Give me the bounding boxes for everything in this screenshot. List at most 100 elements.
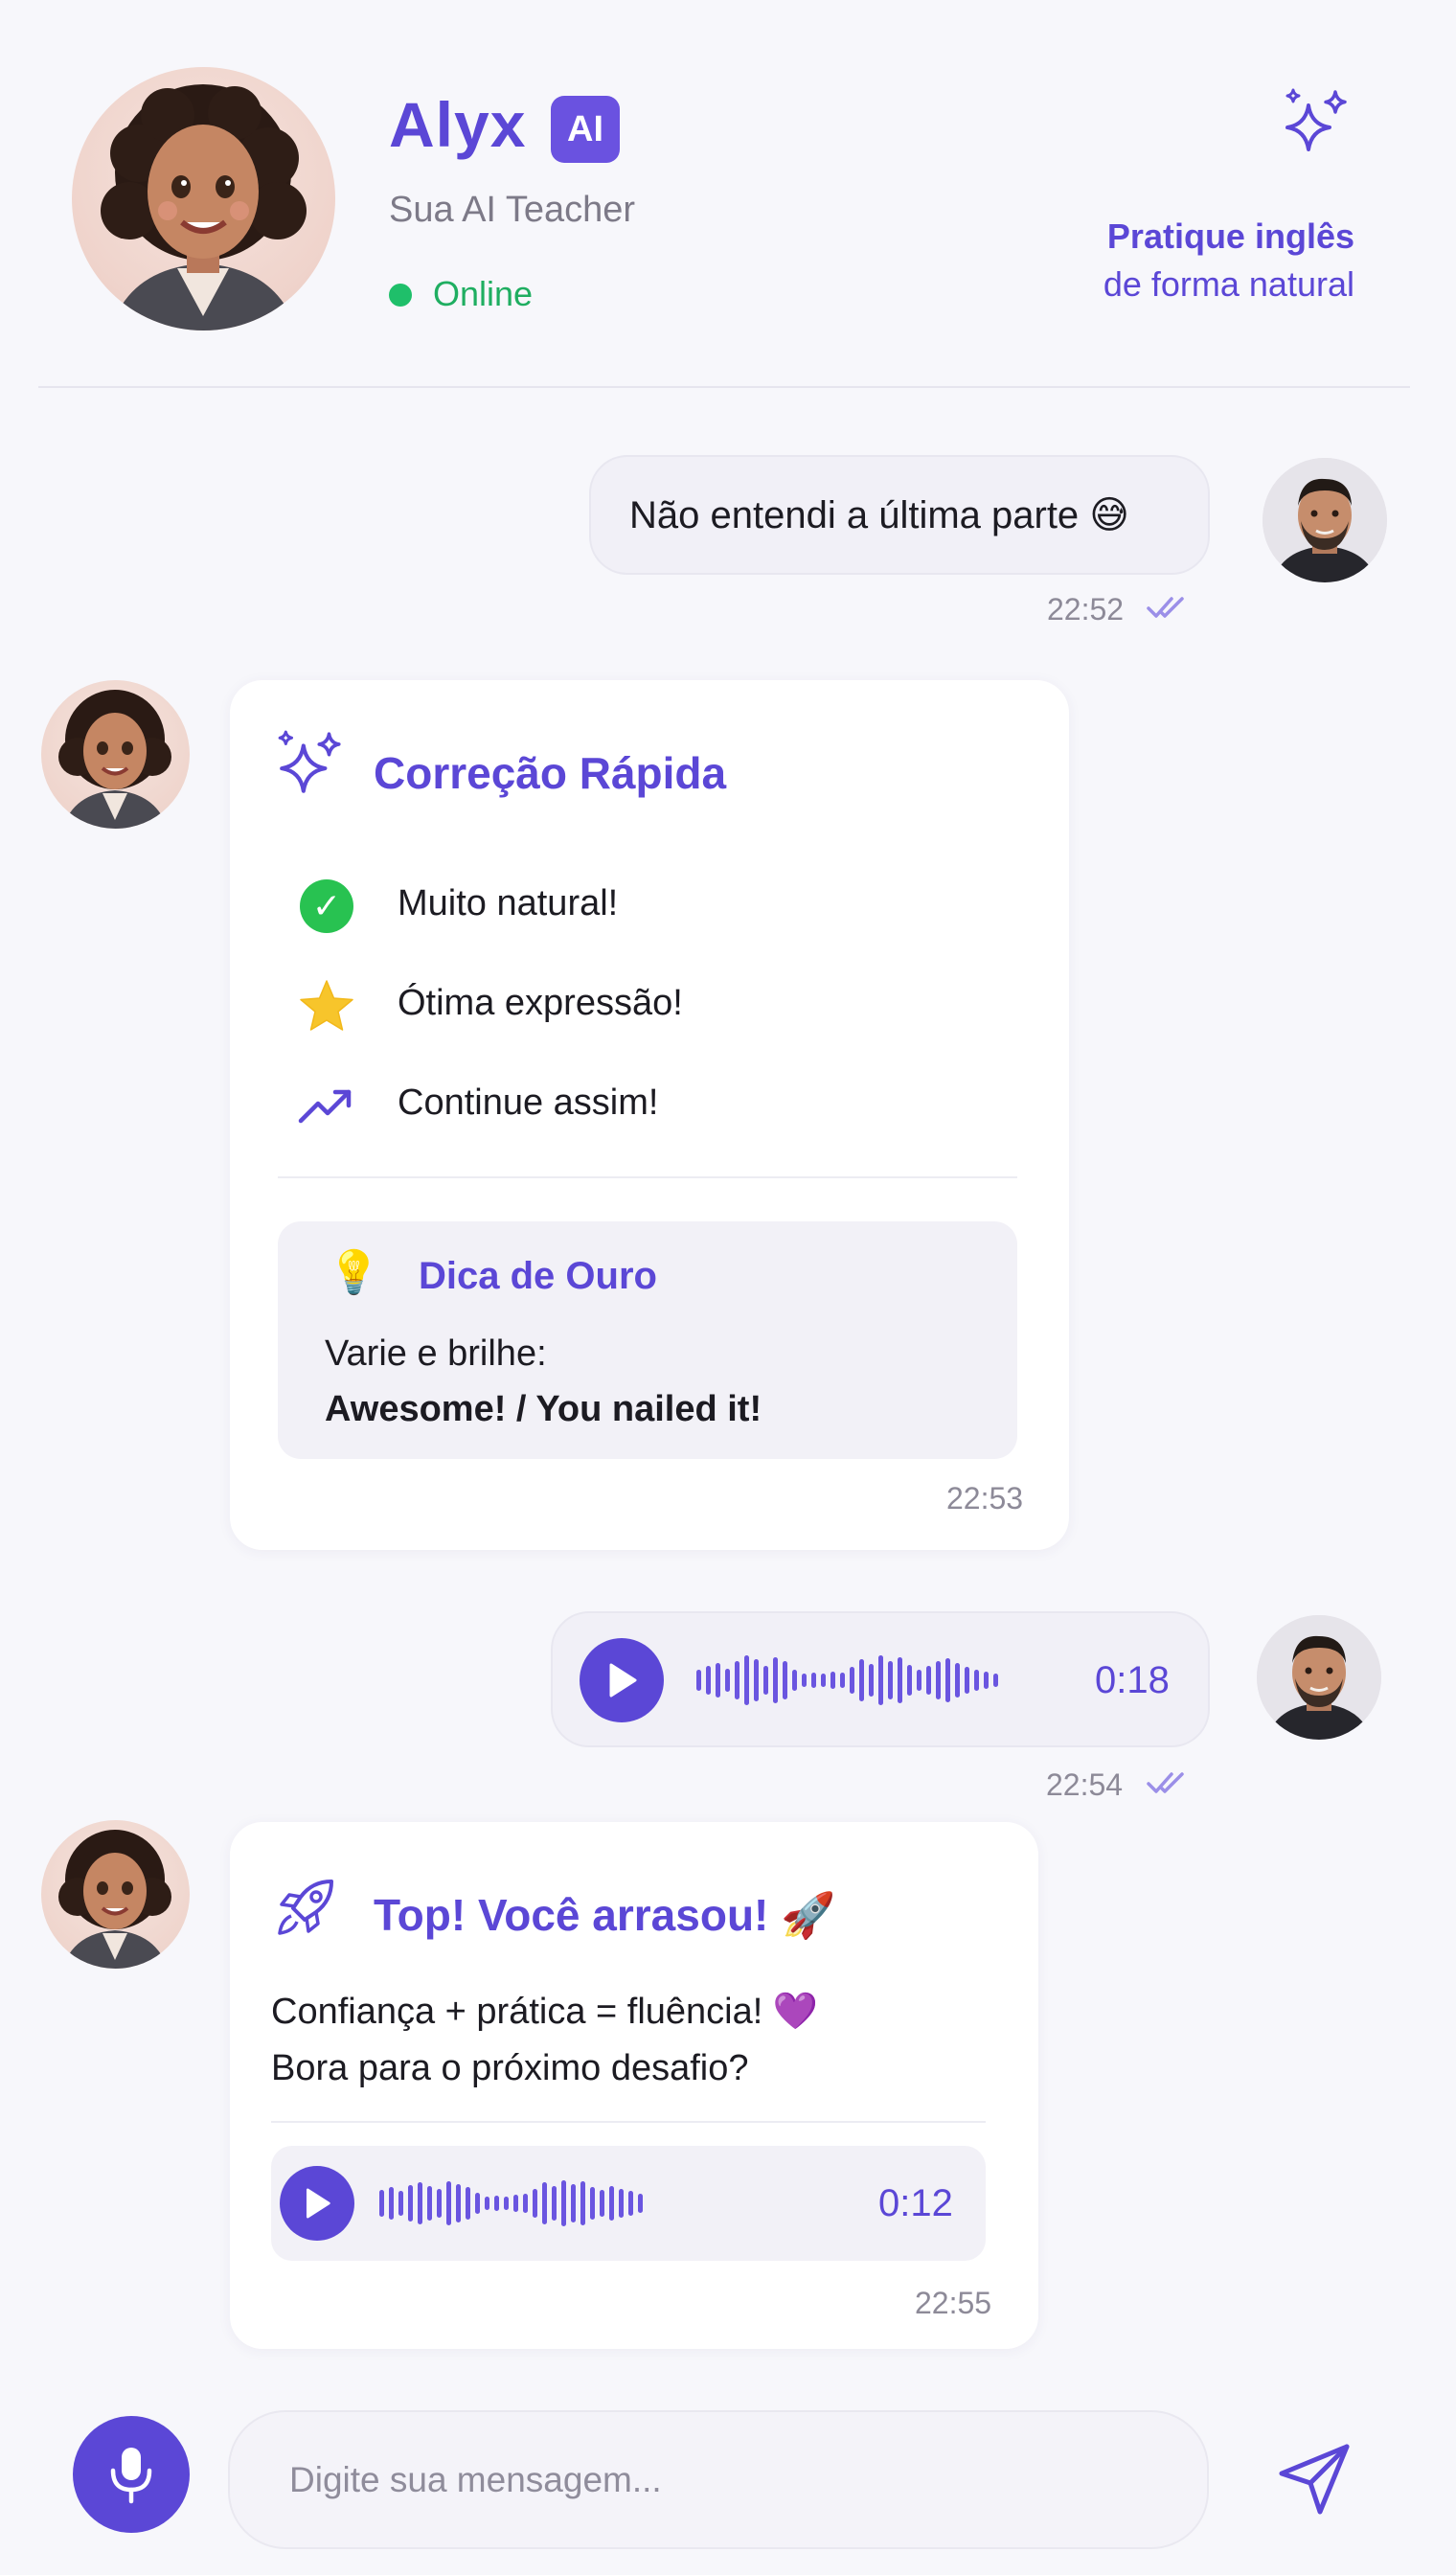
user-avatar[interactable] <box>1263 458 1387 582</box>
waveform-bar <box>783 1661 787 1699</box>
waveform-bar <box>830 1672 835 1689</box>
lightbulb-icon: 💡 <box>328 1249 380 1296</box>
waveform-bar <box>984 1672 989 1689</box>
waveform-bar <box>571 2184 576 2222</box>
check-circle-icon: ✓ <box>300 879 353 933</box>
feedback-item: Continue assim! <box>398 1082 659 1123</box>
waveform-bar <box>926 1666 931 1695</box>
rocket-icon <box>278 1880 333 1935</box>
waveform-bar <box>754 1659 759 1701</box>
waveform-bar <box>600 2190 604 2217</box>
user-message-bubble[interactable]: Não entendi a última parte 😅 <box>589 455 1210 575</box>
waveform-bar <box>898 1657 902 1703</box>
waveform-bar <box>936 1661 941 1699</box>
waveform-bar <box>504 2197 509 2210</box>
waveform-bar <box>706 1666 711 1695</box>
waveform-bar <box>850 1667 854 1694</box>
waveform-bar <box>590 2187 595 2220</box>
audio-waveform[interactable] <box>379 2163 643 2244</box>
bot-reply-text: Confiança + prática = fluência! 💜 <box>271 1992 819 2032</box>
tutor-avatar[interactable] <box>72 67 335 330</box>
ai-badge: AI <box>551 96 620 163</box>
message-time: 22:53 <box>946 1481 1024 1515</box>
waveform-bar <box>475 2193 480 2214</box>
tip-title: Dica de Ouro <box>419 1255 657 1297</box>
waveform-bar <box>735 1661 739 1699</box>
waveform-bar <box>418 2182 422 2224</box>
sparkles-icon[interactable] <box>1282 88 1353 159</box>
waveform-bar <box>792 1670 797 1691</box>
waveform-bar <box>840 1673 845 1688</box>
waveform-bar <box>907 1665 912 1696</box>
waveform-bar <box>561 2180 566 2226</box>
tagline-line1: Pratique inglês <box>1106 216 1354 256</box>
tutor-avatar-small[interactable] <box>41 1820 190 1969</box>
microphone-icon <box>110 2448 152 2504</box>
waveform-bar <box>716 1663 720 1698</box>
waveform-bar <box>696 1670 701 1691</box>
waveform-bar <box>811 1673 816 1688</box>
waveform-bar <box>427 2186 432 2221</box>
audio-waveform[interactable] <box>696 1636 998 1724</box>
waveform-bar <box>878 1655 883 1705</box>
header-divider <box>38 386 1410 388</box>
message-time: 22:52 <box>1047 592 1125 627</box>
bot-reply-text: Bora para o próximo desafio? <box>271 2048 749 2088</box>
waveform-bar <box>965 1667 969 1694</box>
waveform-bar <box>485 2197 489 2210</box>
waveform-bar <box>869 1664 874 1697</box>
online-status-text: Online <box>433 274 534 313</box>
tip-example: Awesome! / You nailed it! <box>325 1389 762 1429</box>
double-check-icon <box>1147 597 1184 618</box>
play-icon <box>609 1663 637 1698</box>
message-input[interactable] <box>228 2410 1209 2549</box>
correction-card-title: Correção Rápida <box>374 748 727 798</box>
play-button[interactable] <box>280 2166 354 2241</box>
waveform-bar <box>955 1663 960 1698</box>
waveform-bar <box>725 1669 730 1692</box>
waveform-bar <box>763 1666 768 1695</box>
waveform-bar <box>619 2189 624 2218</box>
waveform-bar <box>580 2181 585 2225</box>
waveform-bar <box>466 2187 470 2220</box>
sparkles-icon <box>278 730 341 793</box>
waveform-bar <box>773 1657 778 1703</box>
waveform-bar <box>638 2194 643 2213</box>
play-icon <box>306 2188 330 2219</box>
tagline-line2: de forma natural <box>1103 264 1354 304</box>
star-icon <box>300 980 353 1031</box>
card-divider <box>278 1176 1017 1178</box>
user-avatar[interactable] <box>1257 1615 1381 1740</box>
message-time: 22:55 <box>915 2286 992 2320</box>
waveform-bar <box>888 1661 893 1699</box>
waveform-bar <box>494 2196 499 2211</box>
microphone-button[interactable] <box>73 2416 190 2533</box>
tip-text: Varie e brilhe: <box>325 1333 547 1374</box>
waveform-bar <box>802 1674 807 1687</box>
tutor-subtitle: Sua AI Teacher <box>389 190 636 230</box>
tagline: Pratique inglês de forma natural <box>1103 213 1354 308</box>
waveform-bar <box>917 1670 921 1691</box>
waveform-bar <box>379 2190 384 2217</box>
trending-up-icon <box>298 1089 352 1124</box>
tutor-avatar-small[interactable] <box>41 680 190 829</box>
waveform-bar <box>389 2187 394 2220</box>
waveform-bar <box>542 2182 547 2224</box>
waveform-bar <box>456 2184 461 2222</box>
feedback-item: Muito natural! <box>398 883 619 923</box>
play-button[interactable] <box>580 1638 664 1722</box>
audio-duration: 0:18 <box>1095 1659 1170 1701</box>
send-icon[interactable] <box>1274 2439 1354 2519</box>
tutor-name: Alyx <box>389 89 527 160</box>
double-check-icon <box>1147 1772 1184 1793</box>
bot-reply-title: Top! Você arrasou! 🚀 <box>374 1890 836 1940</box>
waveform-bar <box>974 1670 979 1691</box>
waveform-bar <box>513 2195 518 2212</box>
waveform-bar <box>446 2181 451 2225</box>
waveform-bar <box>859 1659 864 1701</box>
waveform-bar <box>398 2191 403 2216</box>
waveform-bar <box>408 2185 413 2222</box>
waveform-bar <box>993 1674 998 1687</box>
waveform-bar <box>552 2186 557 2221</box>
waveform-bar <box>821 1674 826 1687</box>
